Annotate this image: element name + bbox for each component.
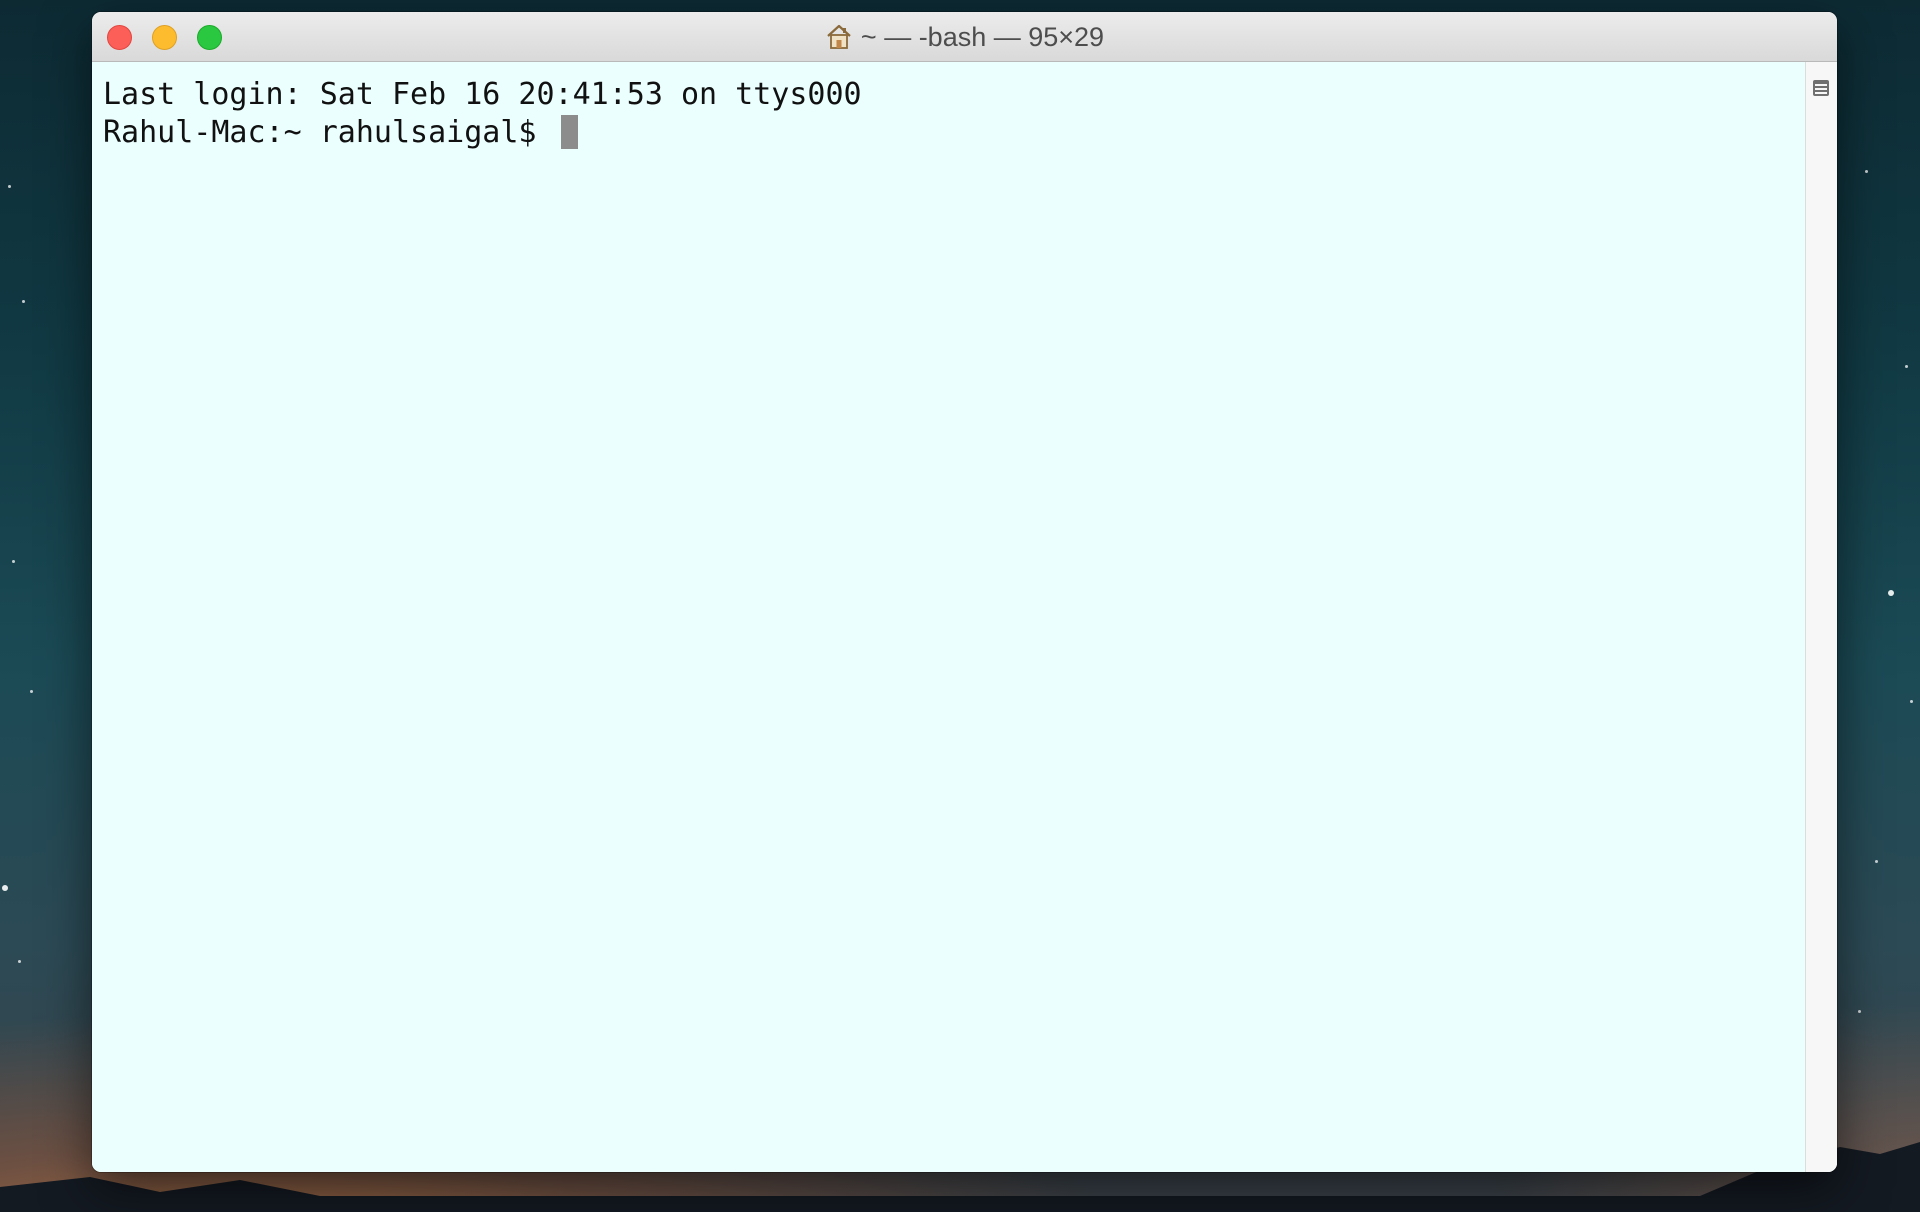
star (1888, 590, 1894, 596)
star (30, 690, 33, 693)
terminal-window[interactable]: ~ — -bash — 95×29 Last login: Sat Feb 16… (92, 12, 1837, 1172)
star (1858, 1010, 1861, 1013)
star (1875, 860, 1878, 863)
terminal-line-login: Last login: Sat Feb 16 20:41:53 on ttys0… (103, 77, 862, 112)
split-pane-icon[interactable] (1813, 80, 1829, 96)
shell-prompt: Rahul-Mac:~ rahulsaigal$ (103, 115, 555, 150)
window-title-text: ~ — -bash — 95×29 (860, 21, 1105, 52)
star (1910, 700, 1913, 703)
home-icon (827, 24, 851, 49)
terminal-content[interactable]: Last login: Sat Feb 16 20:41:53 on ttys0… (92, 62, 1837, 1172)
star (1905, 365, 1908, 368)
star (2, 885, 8, 891)
terminal-line-prompt: Rahul-Mac:~ rahulsaigal$ (103, 114, 1837, 152)
title-bar[interactable]: ~ — -bash — 95×29 (92, 12, 1837, 62)
desktop: { "window": { "title": "~ — -bash — 95×2… (0, 0, 1920, 1212)
star (12, 560, 15, 563)
text-cursor (560, 115, 578, 149)
star (18, 960, 21, 963)
star (1865, 170, 1868, 173)
star (8, 185, 11, 188)
star (22, 300, 25, 303)
window-title: ~ — -bash — 95×29 (92, 12, 1837, 62)
scrollbar[interactable] (1805, 62, 1837, 1172)
